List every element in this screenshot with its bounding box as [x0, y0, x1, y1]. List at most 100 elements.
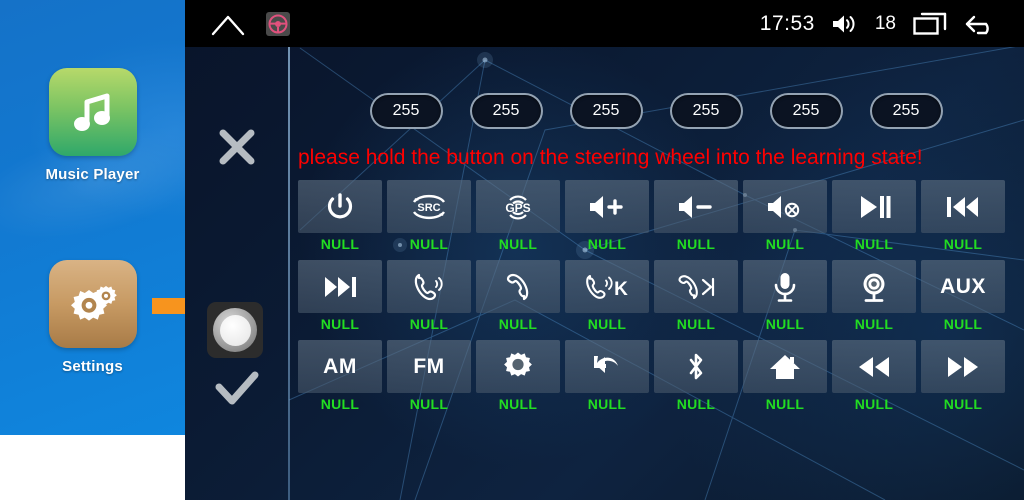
- cell-label: NULL: [943, 396, 983, 412]
- warning-message: please hold the button on the steering w…: [298, 146, 923, 169]
- grid-cell-aux: AUX NULL: [921, 260, 1005, 332]
- cell-label: NULL: [676, 396, 716, 412]
- cell-label: NULL: [587, 316, 627, 332]
- grid-row: NULL NULL NULL K NULL NULL NULL NULL AUX…: [298, 260, 1014, 332]
- app-label-settings: Settings: [62, 358, 123, 375]
- src-icon[interactable]: SRC: [387, 180, 471, 233]
- grid-cell-volume-down: NULL: [654, 180, 738, 252]
- cell-label: NULL: [943, 236, 983, 252]
- home-house-icon[interactable]: [743, 340, 827, 393]
- grid-cell-volume-up: NULL: [565, 180, 649, 252]
- cell-label: NULL: [320, 316, 360, 332]
- power-icon[interactable]: [298, 180, 382, 233]
- grid-cell-hangup-call: NULL: [476, 260, 560, 332]
- confirm-button[interactable]: [185, 367, 288, 411]
- cell-label: NULL: [498, 316, 538, 332]
- grid-cell-power: NULL: [298, 180, 382, 252]
- value-box[interactable]: 255: [369, 93, 443, 129]
- knob-inner-face: [219, 314, 251, 346]
- grid-cell-fast-forward: NULL: [921, 340, 1005, 412]
- value-box[interactable]: 255: [769, 93, 843, 129]
- grid-cell-src: SRC NULL: [387, 180, 471, 252]
- svg-text:SRC: SRC: [417, 202, 440, 214]
- status-volume-level: 18: [874, 12, 896, 34]
- volume-down-icon[interactable]: [654, 180, 738, 233]
- launcher-sidebar: Music Player Settings: [0, 0, 185, 500]
- fm-label-icon[interactable]: FM: [387, 340, 471, 393]
- cell-label: NULL: [943, 316, 983, 332]
- orange-arrow-icon: [152, 286, 185, 326]
- fast-forward-icon[interactable]: [921, 340, 1005, 393]
- cell-label: NULL: [409, 236, 449, 252]
- bluetooth-icon[interactable]: [654, 340, 738, 393]
- next-track-icon[interactable]: [298, 260, 382, 313]
- grid-cell-camera: NULL: [832, 260, 916, 332]
- value-box[interactable]: 255: [469, 93, 543, 129]
- volume-mute-icon[interactable]: [743, 180, 827, 233]
- close-x-icon: [219, 129, 254, 165]
- cell-label: NULL: [676, 236, 716, 252]
- grid-cell-previous: NULL: [921, 180, 1005, 252]
- camera-icon[interactable]: [832, 260, 916, 313]
- fm-text: FM: [413, 354, 445, 378]
- grid-cell-fm: FM NULL: [387, 340, 471, 412]
- grid-cell-hangup-skip: NULL: [654, 260, 738, 332]
- grid-cell-undo: NULL: [565, 340, 649, 412]
- app-root: Music Player Settings 17:53 18 255 255 2…: [0, 0, 1024, 500]
- grid-cell-play-pause: NULL: [832, 180, 916, 252]
- steering-wheel-learning-panel: 17:53 18 255 255 255 255 255 255 please …: [185, 0, 1024, 500]
- am-label-icon[interactable]: AM: [298, 340, 382, 393]
- value-box[interactable]: 255: [869, 93, 943, 129]
- previous-track-icon[interactable]: [921, 180, 1005, 233]
- grid-row: NULL SRC NULL GPS NULL NULL NULL NULL NU…: [298, 180, 1014, 252]
- grid-cell-next: NULL: [298, 260, 382, 332]
- app-tile-music-player[interactable]: Music Player: [0, 68, 185, 183]
- aux-label-icon[interactable]: AUX: [921, 260, 1005, 313]
- back-arrow-icon[interactable]: [964, 11, 998, 37]
- gears-icon: [48, 260, 137, 348]
- svg-text:GPS: GPS: [505, 201, 530, 215]
- grid-row: AM NULL FM NULL NULL NULL NULL NULL NULL…: [298, 340, 1014, 412]
- cancel-button[interactable]: [185, 125, 288, 169]
- am-text: AM: [323, 354, 357, 378]
- answer-call-icon[interactable]: [387, 260, 471, 313]
- checkmark-icon: [215, 371, 258, 405]
- hangup-skip-icon[interactable]: [654, 260, 738, 313]
- grid-cell-rewind: NULL: [832, 340, 916, 412]
- cell-label: NULL: [854, 236, 894, 252]
- cell-label: NULL: [854, 396, 894, 412]
- cell-label: NULL: [320, 236, 360, 252]
- home-icon[interactable]: [211, 12, 245, 36]
- gps-icon[interactable]: GPS: [476, 180, 560, 233]
- steering-wheel-icon[interactable]: [265, 11, 291, 37]
- cell-label: NULL: [765, 316, 805, 332]
- grid-cell-home: NULL: [743, 340, 827, 412]
- call-k-icon[interactable]: K: [565, 260, 649, 313]
- grid-cell-settings: NULL: [476, 340, 560, 412]
- cell-label: NULL: [765, 396, 805, 412]
- rotary-knob-icon[interactable]: [207, 302, 263, 358]
- undo-arrow-icon[interactable]: [565, 340, 649, 393]
- rewind-icon[interactable]: [832, 340, 916, 393]
- cell-label: NULL: [587, 236, 627, 252]
- value-box[interactable]: 255: [569, 93, 643, 129]
- grid-cell-bluetooth: NULL: [654, 340, 738, 412]
- volume-icon[interactable]: [831, 13, 859, 35]
- gear-icon[interactable]: [476, 340, 560, 393]
- grid-cell-gps: GPS NULL: [476, 180, 560, 252]
- cell-label: NULL: [498, 396, 538, 412]
- grid-cell-am: AM NULL: [298, 340, 382, 412]
- cell-label: NULL: [765, 236, 805, 252]
- grid-cell-answer-call: NULL: [387, 260, 471, 332]
- status-time: 17:53: [759, 11, 815, 35]
- value-box[interactable]: 255: [669, 93, 743, 129]
- grid-cell-microphone: NULL: [743, 260, 827, 332]
- grid-cell-mute: NULL: [743, 180, 827, 252]
- volume-up-icon[interactable]: [565, 180, 649, 233]
- microphone-icon[interactable]: [743, 260, 827, 313]
- cell-label: NULL: [409, 316, 449, 332]
- recent-apps-icon[interactable]: [912, 11, 948, 37]
- channel-value-row: 255 255 255 255 255 255: [288, 90, 1024, 132]
- hangup-call-icon[interactable]: [476, 260, 560, 313]
- play-pause-icon[interactable]: [832, 180, 916, 233]
